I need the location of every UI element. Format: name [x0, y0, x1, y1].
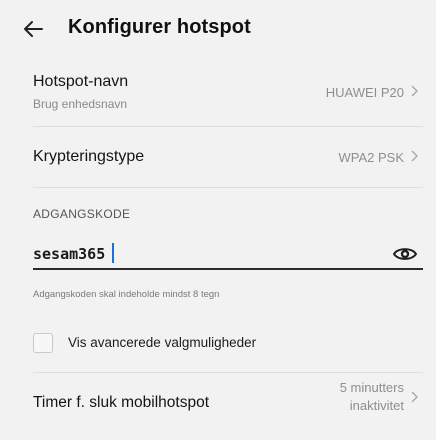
- hotspot-timer-value-line1: 5 minutters: [339, 380, 404, 395]
- hotspot-name-value: HUAWEI P20: [325, 85, 404, 100]
- hotspot-name-sublabel: Brug enhedsnavn: [33, 97, 128, 111]
- hotspot-timer-row[interactable]: Timer f. sluk mobilhotspot 5 minutters i…: [0, 373, 436, 440]
- encryption-type-label: Krypteringstype: [33, 148, 145, 165]
- password-helper-text: Adgangskoden skal indeholde mindst 8 teg…: [33, 289, 220, 300]
- advanced-options-checkbox[interactable]: [33, 333, 53, 353]
- advanced-options-label[interactable]: Vis avancerede valgmuligheder: [68, 335, 256, 350]
- hotspot-name-label: Hotspot-navn: [33, 73, 129, 90]
- password-input-underline: [33, 268, 423, 270]
- password-input[interactable]: [33, 242, 333, 266]
- encryption-type-row[interactable]: Krypteringstype WPA2 PSK: [0, 127, 436, 187]
- chevron-right-icon: [408, 390, 422, 404]
- arrow-left-icon: [21, 17, 45, 46]
- page-title: Konfigurer hotspot: [68, 16, 251, 38]
- hotspot-timer-label: Timer f. sluk mobilhotspot: [33, 394, 210, 411]
- back-button[interactable]: [20, 18, 46, 44]
- hotspot-name-row[interactable]: Hotspot-navn Brug enhedsnavn HUAWEI P20: [0, 62, 436, 126]
- text-cursor: [112, 243, 114, 263]
- password-section-header: ADGANGSKODE: [33, 207, 131, 221]
- hotspot-settings-screen: Konfigurer hotspot Hotspot-navn Brug enh…: [0, 0, 436, 440]
- app-bar: Konfigurer hotspot: [0, 0, 436, 62]
- chevron-right-icon: [408, 84, 422, 98]
- hotspot-timer-value: 5 minutters inaktivitet: [340, 379, 404, 415]
- hotspot-timer-value-line2: inaktivitet: [349, 398, 404, 413]
- encryption-type-value: WPA2 PSK: [338, 150, 404, 165]
- eye-icon: [392, 248, 418, 267]
- toggle-password-visibility-button[interactable]: [392, 245, 418, 263]
- divider: [33, 187, 423, 188]
- chevron-right-icon: [408, 149, 422, 163]
